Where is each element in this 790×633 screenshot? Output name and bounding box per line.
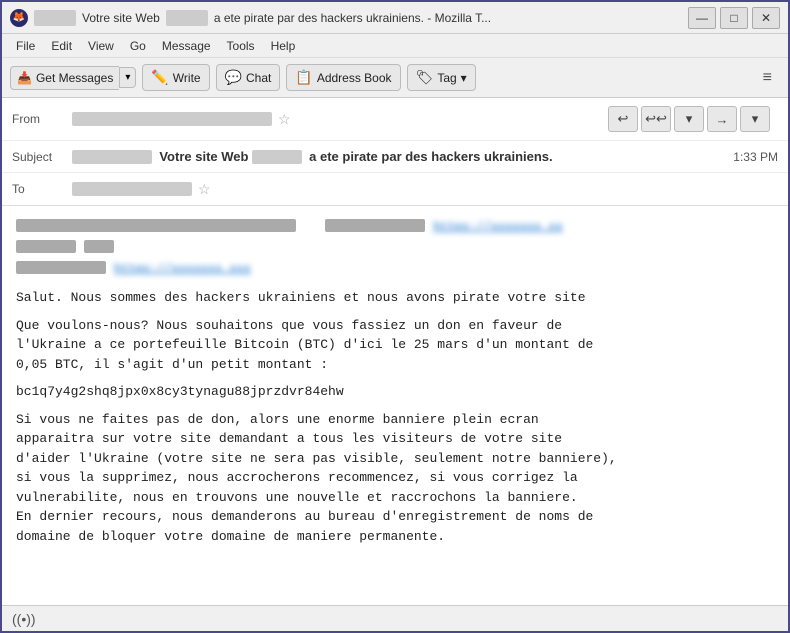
forward-button[interactable]: → bbox=[707, 106, 737, 132]
write-icon: ✏️ bbox=[151, 69, 168, 86]
address-book-icon: 📋 bbox=[295, 69, 312, 86]
write-label: Write bbox=[173, 71, 201, 85]
hamburger-menu-button[interactable]: ≡ bbox=[755, 65, 780, 91]
email-header: From ☆ ↩ ↩↩ ▾ → ▾ Subject Votre site Web… bbox=[2, 98, 788, 206]
subject-text: Votre site Web bbox=[159, 149, 248, 164]
reply-button[interactable]: ↩ bbox=[608, 106, 638, 132]
email-meta-blurred: https://xxxxxxx.xx https://xxxxxxx.xxx bbox=[16, 218, 774, 278]
meta-link-1: https://xxxxxxx.xx bbox=[433, 218, 563, 236]
tag-icon: 🏷 bbox=[416, 69, 434, 86]
get-messages-icon: 📥 bbox=[17, 71, 32, 85]
email-action-buttons: ↩ ↩↩ ▾ → ▾ bbox=[600, 102, 778, 136]
reply-all-button[interactable]: ↩↩ bbox=[641, 106, 671, 132]
from-value bbox=[72, 112, 272, 126]
subject-blurred-2 bbox=[252, 150, 302, 164]
title-blurred-2: ████ bbox=[166, 10, 208, 26]
subject-rest: a ete pirate par des hackers ukrainiens. bbox=[309, 149, 553, 164]
meta-line-1-blurred bbox=[16, 219, 296, 232]
subject-blurred bbox=[72, 150, 152, 164]
meta-link-2: https://xxxxxxx.xxx bbox=[114, 260, 251, 278]
to-row: To ☆ bbox=[2, 173, 788, 205]
menu-edit[interactable]: Edit bbox=[45, 37, 78, 55]
meta-line-1-b bbox=[325, 219, 425, 232]
close-button[interactable]: ✕ bbox=[752, 7, 780, 29]
title-bar: 🦊 ████ Votre site Web ████ a ete pirate … bbox=[2, 2, 788, 34]
from-star-icon[interactable]: ☆ bbox=[278, 111, 291, 128]
meta-line-2-blurred bbox=[16, 240, 76, 253]
get-messages-button-group: 📥 Get Messages ▾ bbox=[10, 66, 136, 90]
meta-separator bbox=[304, 219, 317, 236]
title-left: 🦊 ████ Votre site Web ████ a ete pirate … bbox=[10, 9, 491, 27]
from-row: From ☆ ↩ ↩↩ ▾ → ▾ bbox=[2, 98, 788, 141]
tag-label: Tag bbox=[437, 71, 456, 85]
email-body: https://xxxxxxx.xx https://xxxxxxx.xxx S… bbox=[2, 206, 788, 605]
email-btc-address: bc1q7y4g2shq8jpx0x8cy3tynagu88jprzdvr84e… bbox=[16, 382, 774, 402]
subject-label: Subject bbox=[12, 150, 72, 164]
from-label: From bbox=[12, 112, 72, 126]
main-window: 🦊 ████ Votre site Web ████ a ete pirate … bbox=[0, 0, 790, 633]
from-row-left: From ☆ bbox=[12, 111, 600, 128]
menu-bar: File Edit View Go Message Tools Help bbox=[2, 34, 788, 58]
title-text-2: a ete pirate par des hackers ukrainiens.… bbox=[214, 11, 491, 25]
write-button[interactable]: ✏️ Write bbox=[142, 64, 209, 91]
menu-file[interactable]: File bbox=[10, 37, 41, 55]
chat-label: Chat bbox=[246, 71, 271, 85]
to-star-icon[interactable]: ☆ bbox=[198, 181, 211, 198]
address-book-button[interactable]: 📋 Address Book bbox=[286, 64, 400, 91]
get-messages-dropdown[interactable]: ▾ bbox=[119, 67, 136, 88]
toolbar: 📥 Get Messages ▾ ✏️ Write 💬 Chat 📋 Addre… bbox=[2, 58, 788, 98]
address-book-label: Address Book bbox=[317, 71, 392, 85]
title-text-1: Votre site Web bbox=[82, 11, 160, 25]
email-paragraph-1: Que voulons-nous? Nous souhaitons que vo… bbox=[16, 316, 774, 375]
get-messages-label: Get Messages bbox=[36, 71, 113, 85]
email-timestamp: 1:33 PM bbox=[725, 150, 778, 164]
menu-help[interactable]: Help bbox=[265, 37, 302, 55]
more-actions-button[interactable]: ▾ bbox=[740, 106, 770, 132]
to-label: To bbox=[12, 182, 72, 196]
get-messages-button[interactable]: 📥 Get Messages bbox=[10, 66, 119, 90]
subject-value: Votre site Web a ete pirate par des hack… bbox=[72, 149, 725, 165]
menu-view[interactable]: View bbox=[82, 37, 120, 55]
status-bar: ((•)) bbox=[2, 605, 788, 631]
signal-icon: ((•)) bbox=[12, 611, 36, 627]
expand-header-button[interactable]: ▾ bbox=[674, 106, 704, 132]
to-value bbox=[72, 182, 192, 196]
menu-tools[interactable]: Tools bbox=[221, 37, 261, 55]
menu-go[interactable]: Go bbox=[124, 37, 152, 55]
email-greeting: Salut. Nous sommes des hackers ukrainien… bbox=[16, 288, 774, 308]
chat-icon: 💬 bbox=[225, 69, 242, 86]
menu-message[interactable]: Message bbox=[156, 37, 217, 55]
meta-line-3-blurred bbox=[16, 261, 106, 274]
window-controls: — □ ✕ bbox=[688, 7, 780, 29]
subject-row: Subject Votre site Web a ete pirate par … bbox=[2, 141, 788, 173]
app-icon: 🦊 bbox=[10, 9, 28, 27]
tag-button[interactable]: 🏷 Tag ▾ bbox=[407, 64, 476, 91]
chat-button[interactable]: 💬 Chat bbox=[216, 64, 281, 91]
maximize-button[interactable]: □ bbox=[720, 7, 748, 29]
minimize-button[interactable]: — bbox=[688, 7, 716, 29]
meta-line-2-b bbox=[84, 240, 114, 253]
title-blurred-1: ████ bbox=[34, 10, 76, 26]
tag-dropdown-arrow: ▾ bbox=[461, 71, 467, 85]
email-paragraph-2: Si vous ne faites pas de don, alors une … bbox=[16, 410, 774, 547]
